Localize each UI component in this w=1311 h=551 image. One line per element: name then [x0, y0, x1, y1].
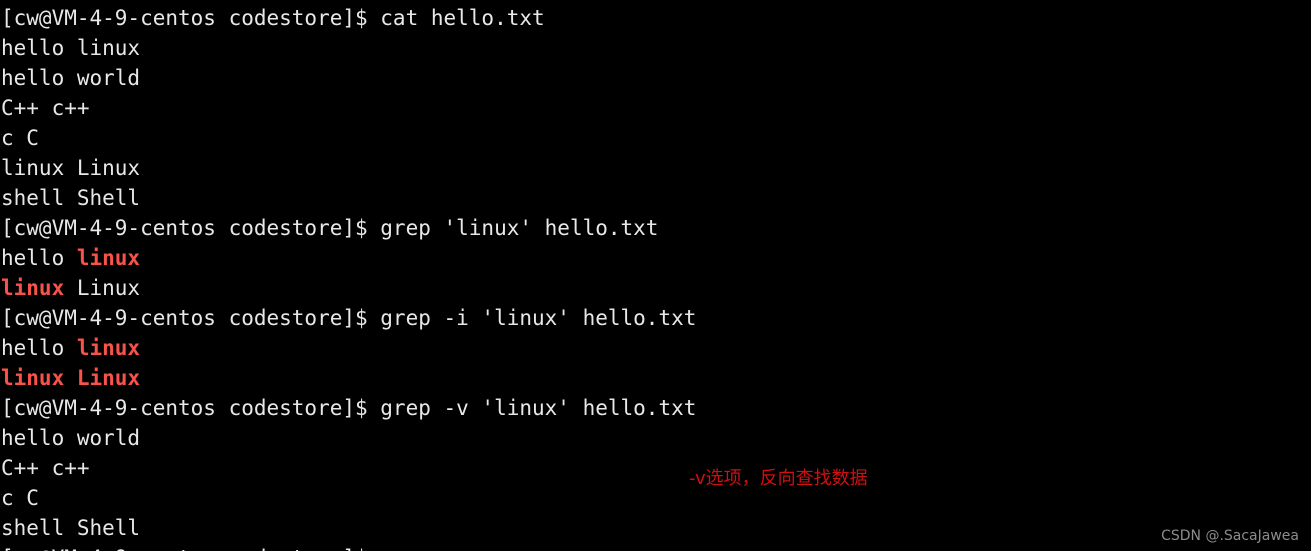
- terminal-text: shell Shell: [1, 516, 141, 540]
- terminal-line: [cw@VM-4-9-centos codestore]$ grep -v 'l…: [0, 393, 1311, 423]
- terminal-text: hello: [1, 336, 77, 360]
- terminal-text: C++ c++: [1, 96, 90, 120]
- terminal-line: linux Linux: [0, 363, 1311, 393]
- grep-match-text: linux: [1, 276, 65, 300]
- terminal-line: hello world: [0, 63, 1311, 93]
- terminal-window[interactable]: [cw@VM-4-9-centos codestore]$ cat hello.…: [0, 0, 1311, 551]
- terminal-line: [cw@VM-4-9-centos codestore]$ grep -i 'l…: [0, 303, 1311, 333]
- annotation-label-v-option: -v选项，反向查找数据: [689, 468, 868, 489]
- terminal-text: Linux: [64, 276, 141, 300]
- grep-match-text: linux: [76, 336, 141, 360]
- terminal-line: linux Linux: [0, 273, 1311, 303]
- terminal-text: hello world: [1, 426, 141, 450]
- terminal-text: c C: [1, 486, 39, 510]
- terminal-line: linux Linux: [0, 153, 1311, 183]
- terminal-line: [cw@VM-4-9-centos codestore]$ grep 'linu…: [0, 213, 1311, 243]
- terminal-text: shell Shell: [1, 186, 141, 210]
- terminal-line: [cw@VM-4-9-centos codestore]$: [0, 543, 1311, 551]
- terminal-text: [cw@VM-4-9-centos codestore]$ grep 'linu…: [1, 216, 659, 240]
- terminal-line: [cw@VM-4-9-centos codestore]$ cat hello.…: [0, 3, 1311, 33]
- terminal-text: hello linux: [1, 36, 141, 60]
- terminal-line: shell Shell: [0, 513, 1311, 543]
- terminal-line: C++ c++: [0, 453, 1311, 483]
- terminal-text: hello: [1, 246, 77, 270]
- terminal-text: [cw@VM-4-9-centos codestore]$ grep -v 'l…: [1, 396, 697, 420]
- terminal-line: hello linux: [0, 243, 1311, 273]
- terminal-line: hello linux: [0, 333, 1311, 363]
- terminal-output-area: [cw@VM-4-9-centos codestore]$ cat hello.…: [0, 3, 1311, 551]
- terminal-line: c C: [0, 483, 1311, 513]
- terminal-line: hello linux: [0, 33, 1311, 63]
- terminal-text: [cw@VM-4-9-centos codestore]$ cat hello.…: [1, 6, 545, 30]
- terminal-line: shell Shell: [0, 183, 1311, 213]
- terminal-line: hello world: [0, 423, 1311, 453]
- grep-match-text: linux: [76, 246, 141, 270]
- grep-match-text: Linux: [76, 366, 141, 390]
- watermark: CSDN @.SacaJawea: [1161, 528, 1299, 544]
- terminal-text: c C: [1, 126, 39, 150]
- terminal-text: linux Linux: [1, 156, 141, 180]
- terminal-line: c C: [0, 123, 1311, 153]
- terminal-line: C++ c++: [0, 93, 1311, 123]
- terminal-text: [cw@VM-4-9-centos codestore]$ grep -i 'l…: [1, 306, 697, 330]
- terminal-text: [cw@VM-4-9-centos codestore]$: [1, 546, 380, 551]
- grep-match-text: linux: [1, 366, 65, 390]
- terminal-text: hello world: [1, 66, 141, 90]
- terminal-text: C++ c++: [1, 456, 90, 480]
